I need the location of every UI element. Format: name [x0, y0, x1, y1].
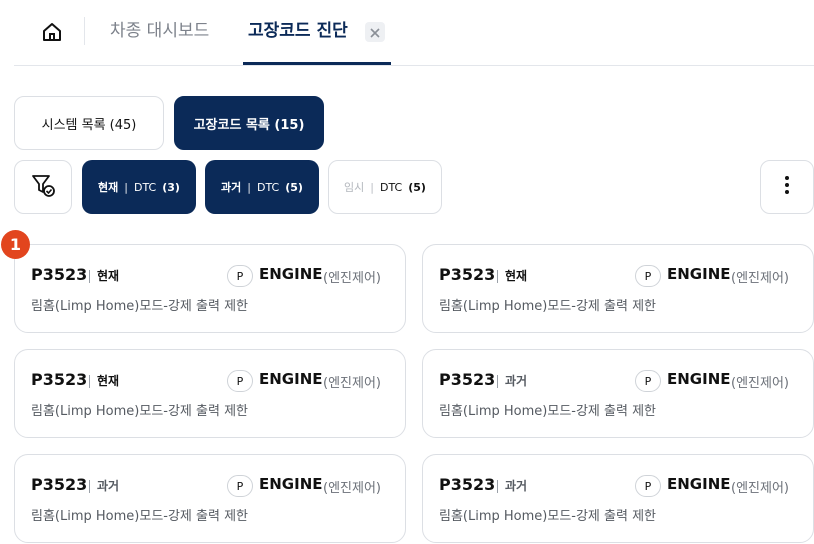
dtc-card[interactable]: P3523 과거 P ENGINE (엔진제어) 림홈(Limp Home)모드…	[14, 454, 406, 543]
dtc-type-chip: P	[635, 265, 661, 287]
divider	[89, 480, 90, 493]
filter-past-type: DTC	[257, 180, 280, 194]
filter-current-count: (3)	[162, 180, 180, 194]
filter-past-count: (5)	[285, 180, 303, 194]
divider	[497, 270, 498, 283]
filter-current-lead: 현재	[98, 181, 119, 194]
tab-vehicle-dashboard[interactable]: 차종 대시보드	[110, 18, 209, 44]
filter-temp-dtc[interactable]: 임시 | DTC (5)	[328, 160, 442, 214]
close-icon	[370, 23, 380, 42]
dtc-status: 현재	[505, 269, 528, 283]
filter-temp-lead: 임시	[344, 181, 365, 194]
filter-check-icon	[30, 172, 56, 202]
filter-current-type: DTC	[134, 180, 157, 194]
dtc-type-chip: P	[635, 370, 661, 392]
filter-past-sep: |	[247, 180, 251, 194]
dtc-code: P3523	[31, 370, 88, 389]
system-name-ko: (엔진제어)	[731, 376, 789, 391]
dtc-status: 과거	[97, 479, 120, 493]
step-badge: 1	[1, 230, 30, 259]
filter-temp-count: (5)	[408, 180, 426, 194]
divider	[497, 480, 498, 493]
system-name-ko: (엔진제어)	[323, 271, 381, 286]
home-icon	[41, 21, 63, 47]
dtc-type-chip: P	[227, 265, 253, 287]
filter-past-dtc[interactable]: 과거 | DTC (5)	[205, 160, 319, 214]
filter-current-sep: |	[124, 180, 128, 194]
dtc-code: P3523	[439, 475, 496, 494]
system-name-ko: (엔진제어)	[731, 481, 789, 496]
more-vertical-icon	[784, 175, 790, 199]
divider	[497, 375, 498, 388]
system-name: ENGINE	[667, 475, 731, 493]
filter-past-lead: 과거	[221, 181, 242, 194]
dtc-description: 림홈(Limp Home)모드-강제 출력 제한	[31, 299, 248, 314]
dtc-type-chip: P	[227, 475, 253, 497]
dtc-type-chip: P	[635, 475, 661, 497]
tab-close-button[interactable]	[365, 22, 385, 42]
system-list-button[interactable]: 시스템 목록 (45)	[14, 96, 164, 150]
system-name: ENGINE	[667, 370, 731, 388]
filter-temp-sep: |	[370, 180, 374, 194]
tab-bar: 차종 대시보드 고장코드 진단	[14, 0, 814, 66]
more-options-button[interactable]	[760, 160, 814, 214]
dtc-card[interactable]: P3523 과거 P ENGINE (엔진제어) 림홈(Limp Home)모드…	[422, 454, 814, 543]
dtc-card[interactable]: P3523 현재 P ENGINE (엔진제어) 림홈(Limp Home)모드…	[422, 244, 814, 333]
divider	[89, 375, 90, 388]
dtc-code: P3523	[439, 370, 496, 389]
dtc-code: P3523	[439, 265, 496, 284]
dtc-card[interactable]: P3523 현재 P ENGINE (엔진제어) 림홈(Limp Home)모드…	[14, 244, 406, 333]
dtc-description: 림홈(Limp Home)모드-강제 출력 제한	[31, 404, 248, 419]
dtc-list-button[interactable]: 고장코드 목록 (15)	[174, 96, 324, 150]
tab-divider	[84, 17, 85, 45]
dtc-status: 현재	[97, 269, 120, 283]
dtc-type-chip: P	[227, 370, 253, 392]
dtc-card[interactable]: P3523 현재 P ENGINE (엔진제어) 림홈(Limp Home)모드…	[14, 349, 406, 438]
dtc-status: 과거	[505, 374, 528, 388]
system-name-ko: (엔진제어)	[323, 376, 381, 391]
dtc-code: P3523	[31, 265, 88, 284]
dtc-card[interactable]: P3523 과거 P ENGINE (엔진제어) 림홈(Limp Home)모드…	[422, 349, 814, 438]
filter-current-dtc[interactable]: 현재 | DTC (3)	[82, 160, 196, 214]
system-name: ENGINE	[259, 370, 323, 388]
filter-temp-type: DTC	[380, 180, 403, 194]
system-name-ko: (엔진제어)	[323, 481, 381, 496]
active-tab-indicator	[243, 62, 391, 65]
divider	[89, 270, 90, 283]
dtc-description: 림홈(Limp Home)모드-강제 출력 제한	[439, 299, 656, 314]
dtc-code: P3523	[31, 475, 88, 494]
system-name: ENGINE	[259, 475, 323, 493]
system-name-ko: (엔진제어)	[731, 271, 789, 286]
tab-dtc-diagnosis[interactable]: 고장코드 진단	[248, 18, 348, 44]
dtc-status: 과거	[505, 479, 528, 493]
system-name: ENGINE	[667, 265, 731, 283]
system-name: ENGINE	[259, 265, 323, 283]
home-button[interactable]	[36, 18, 68, 50]
dtc-description: 림홈(Limp Home)모드-강제 출력 제한	[31, 509, 248, 524]
dtc-description: 림홈(Limp Home)모드-강제 출력 제한	[439, 404, 656, 419]
dtc-status: 현재	[97, 374, 120, 388]
dtc-description: 림홈(Limp Home)모드-강제 출력 제한	[439, 509, 656, 524]
filter-button[interactable]	[14, 160, 72, 214]
